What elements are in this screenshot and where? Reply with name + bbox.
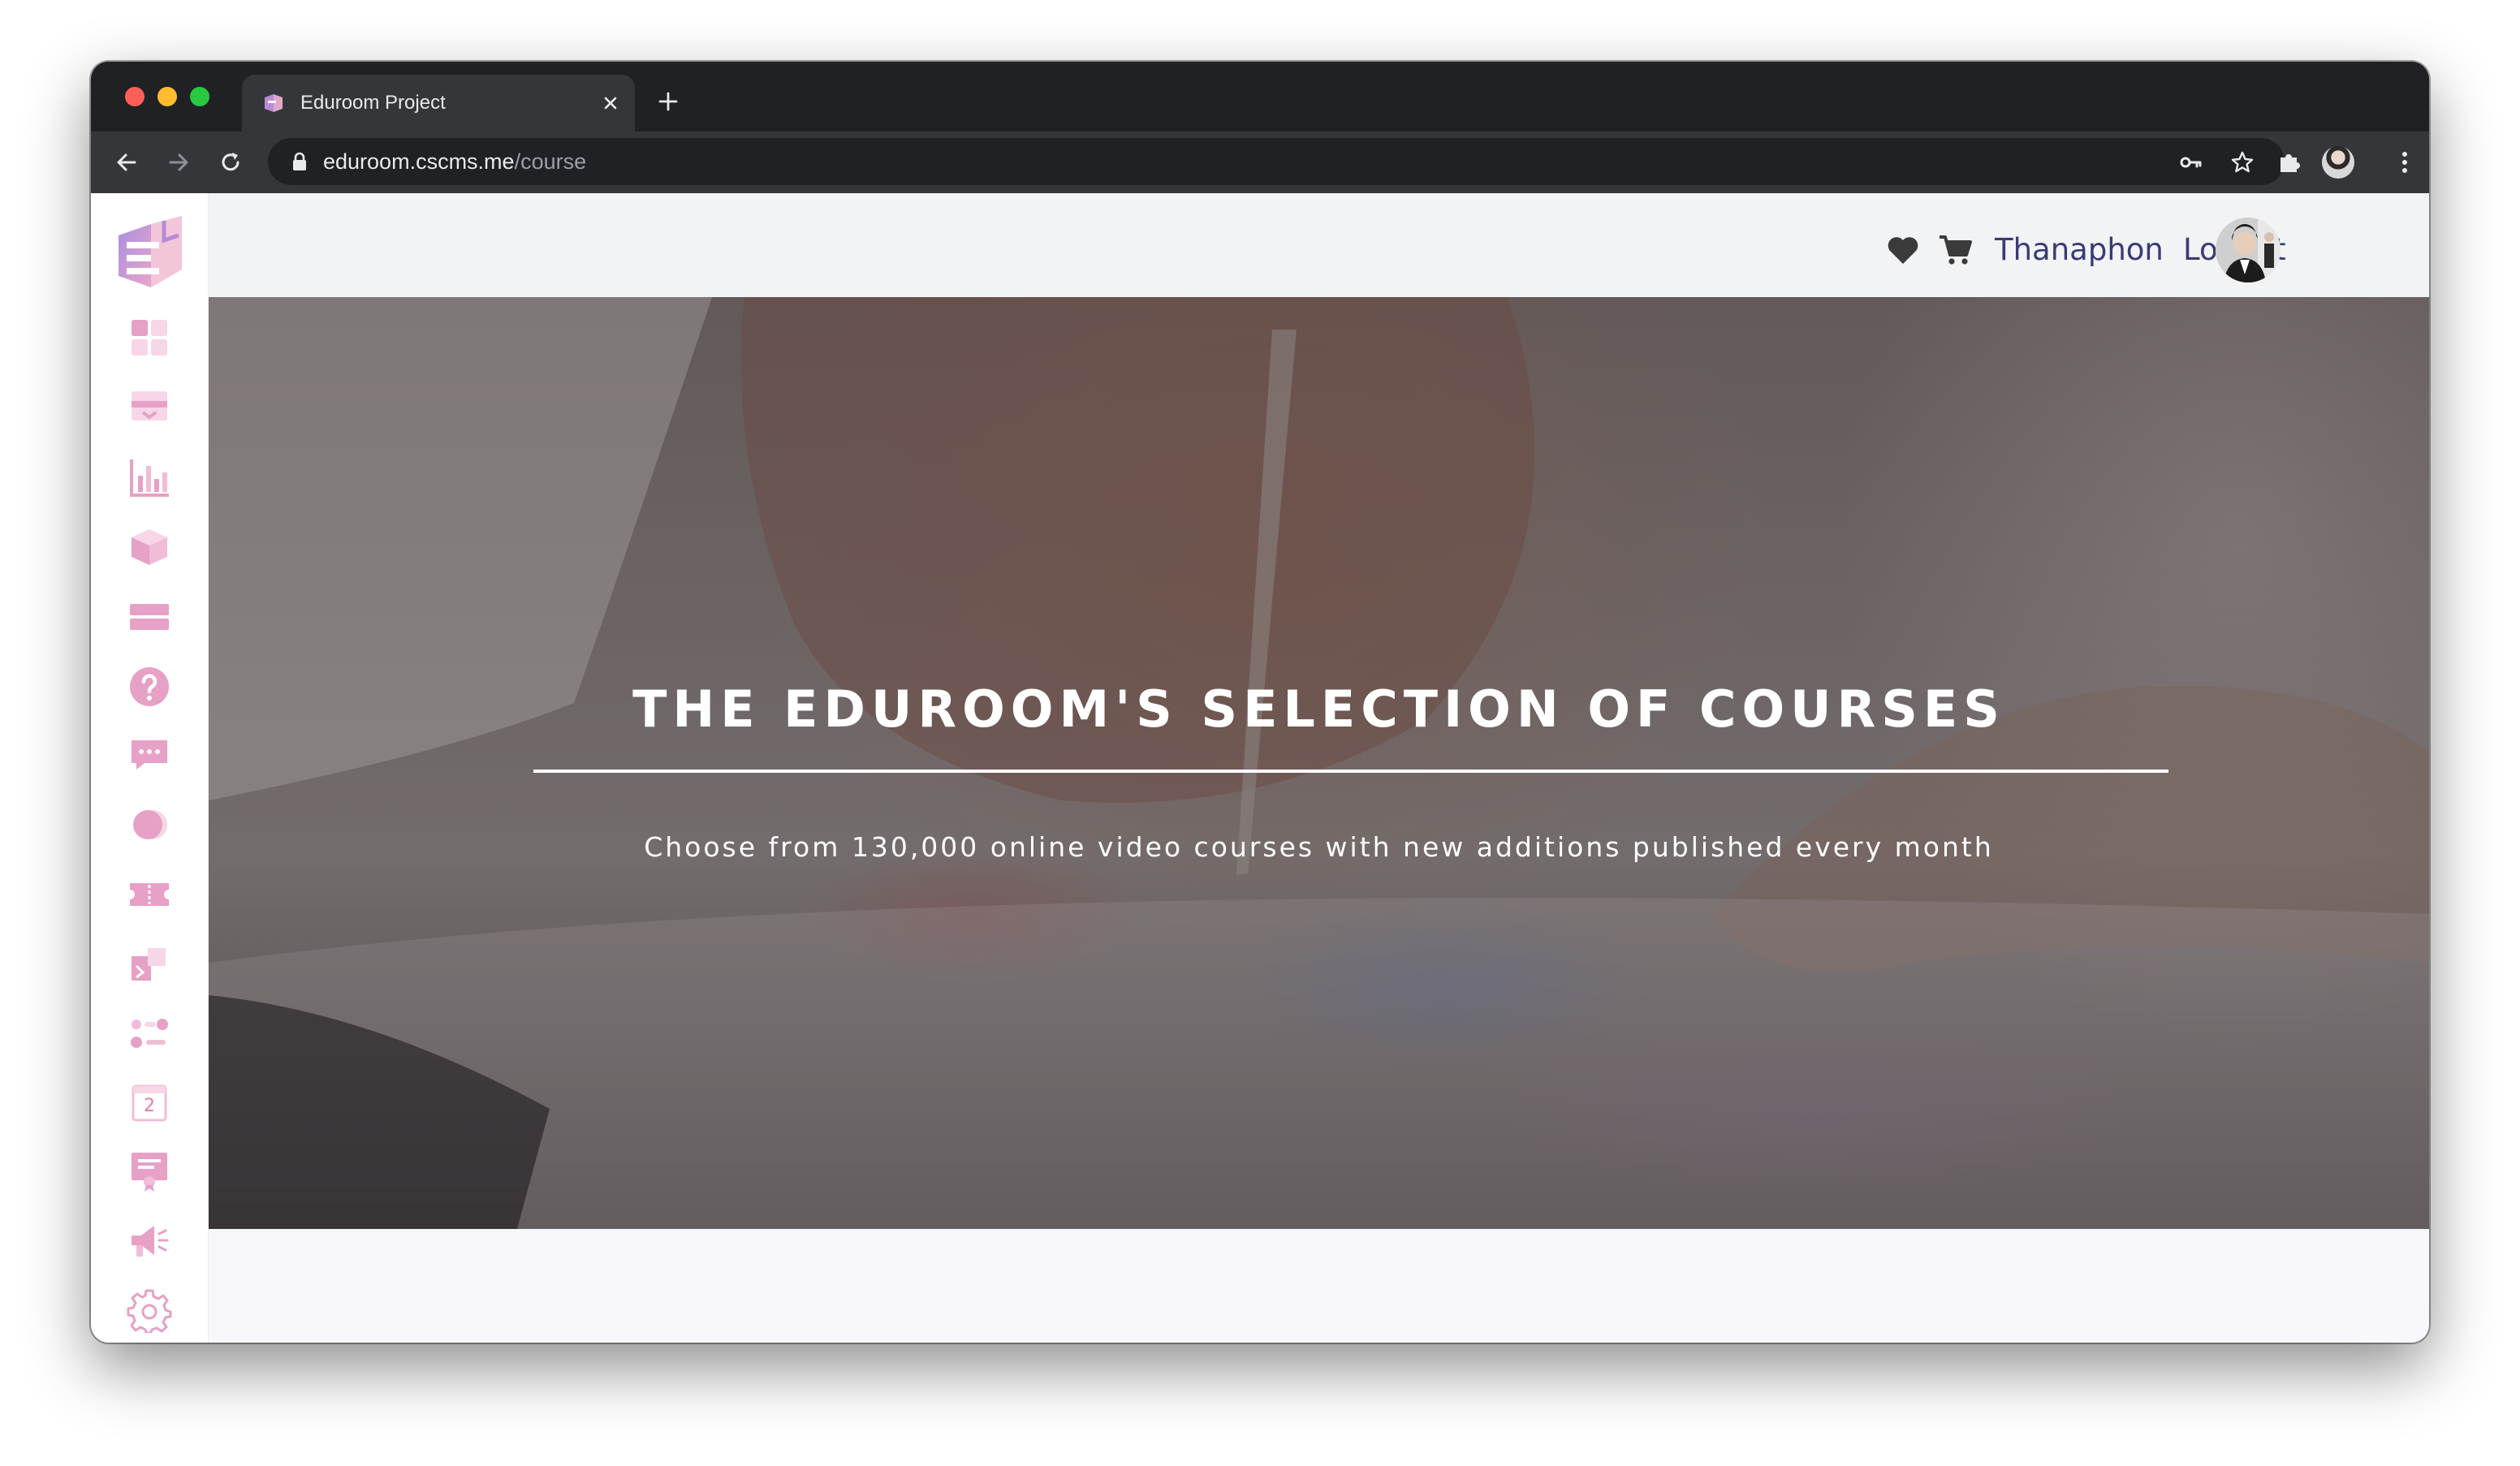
hero-subtitle: Choose from 130,000 online video courses…	[644, 831, 1994, 863]
maximize-window-button[interactable]	[190, 87, 209, 106]
lock-icon	[293, 152, 306, 170]
page-content: 2 Thanaphon THE EDUROOM'S SELECTION OF C…	[91, 193, 2429, 1343]
gear-icon[interactable]	[127, 1287, 172, 1333]
layers-icon[interactable]	[127, 594, 172, 640]
hero-title: THE EDUROOM'S SELECTION OF COURSES	[632, 679, 2005, 739]
tab-strip: Eduroom Project	[91, 62, 2429, 132]
browser-profile-avatar[interactable]	[2322, 146, 2354, 179]
more-menu-icon[interactable]	[2390, 148, 2419, 177]
minimize-window-button[interactable]	[158, 87, 177, 106]
inbox-icon[interactable]	[127, 385, 172, 430]
tab-title: Eduroom Project	[300, 92, 446, 114]
heart-icon[interactable]	[1886, 234, 1920, 266]
user-photo-icon	[2216, 218, 2281, 282]
url-text[interactable]: eduroom.cscms.me/course	[323, 148, 586, 175]
address-bar[interactable]: eduroom.cscms.me/course	[268, 138, 2285, 185]
settings-sliders-icon[interactable]	[127, 1010, 172, 1055]
calendar-icon[interactable]: 2	[127, 1080, 172, 1125]
megaphone-icon[interactable]	[127, 1218, 172, 1263]
url-host: eduroom.cscms.me	[323, 149, 515, 174]
box-icon[interactable]	[127, 524, 172, 570]
star-bookmark-icon[interactable]	[2229, 149, 2255, 175]
close-window-button[interactable]	[125, 87, 145, 106]
key-icon[interactable]	[2177, 149, 2203, 175]
top-navbar: Thanaphon Logout	[209, 193, 2429, 297]
browser-toolbar: eduroom.cscms.me/course	[91, 132, 2429, 193]
hero-banner: THE EDUROOM'S SELECTION OF COURSES Choos…	[209, 297, 2429, 1229]
toggle-icon[interactable]	[127, 802, 172, 847]
cart-icon[interactable]	[1938, 234, 1972, 266]
extensions-puzzle-icon[interactable]	[2275, 148, 2304, 177]
back-arrow-icon[interactable]	[112, 148, 141, 177]
reload-icon[interactable]	[216, 148, 245, 177]
eduroom-logo-icon[interactable]	[114, 213, 187, 289]
hero-overlay	[209, 297, 2429, 1229]
hero-divider	[533, 770, 2168, 773]
username-link[interactable]: Thanaphon	[1995, 232, 2164, 268]
content-area	[209, 1229, 2429, 1343]
certificate-icon[interactable]	[127, 1148, 172, 1193]
sidebar: 2	[91, 193, 209, 1343]
eduroom-favicon-icon	[265, 94, 283, 112]
puzzle-icon[interactable]	[127, 942, 172, 987]
browser-tab[interactable]: Eduroom Project	[242, 75, 635, 132]
new-tab-icon[interactable]	[656, 89, 680, 114]
ticket-icon[interactable]	[127, 872, 172, 917]
calendar-day: 2	[144, 1096, 155, 1116]
help-icon[interactable]	[127, 664, 172, 709]
dashboard-icon[interactable]	[127, 315, 172, 360]
chart-icon[interactable]	[127, 455, 172, 500]
browser-window: Eduroom Project eduroom.cscms.me/course	[91, 62, 2429, 1343]
url-path: /course	[514, 149, 587, 174]
chat-icon[interactable]	[127, 732, 172, 778]
close-tab-icon[interactable]	[599, 92, 622, 114]
forward-arrow-icon[interactable]	[164, 148, 193, 177]
user-avatar[interactable]	[2216, 218, 2281, 282]
